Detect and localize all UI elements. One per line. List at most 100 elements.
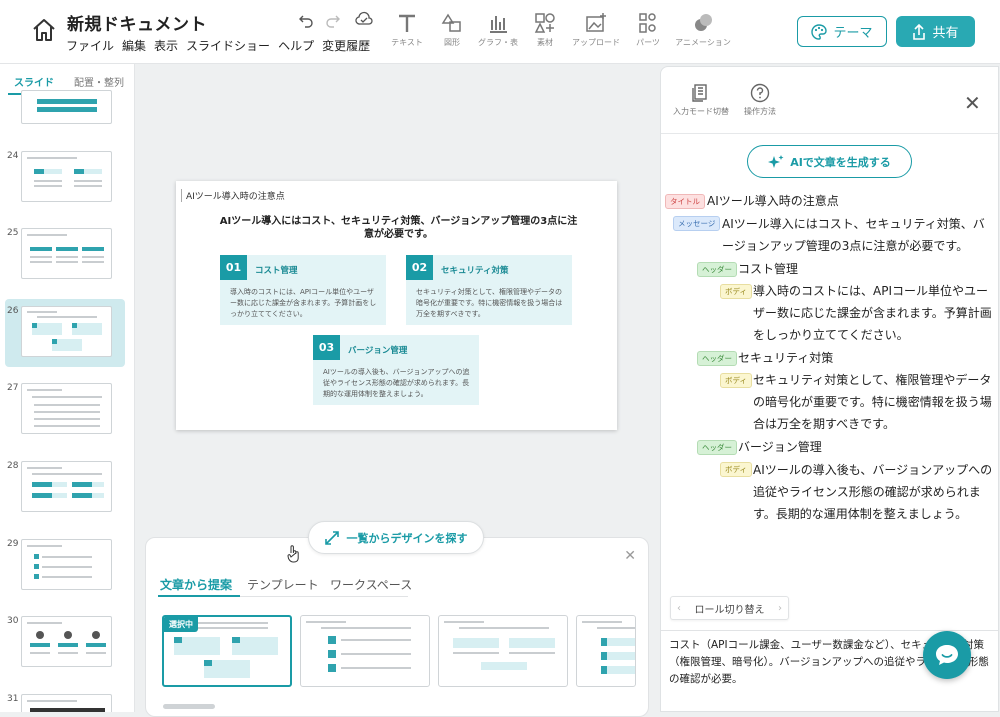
- text-icon: [399, 14, 415, 32]
- slide-number: 28: [7, 461, 19, 471]
- slide-number: 30: [7, 616, 19, 626]
- outline-body-3[interactable]: AIツールの導入後も、バージョンアップへの追従やライセンス形態の確認が求められま…: [753, 459, 993, 525]
- tag-body: ボディ: [720, 373, 752, 388]
- animation-icon: [695, 14, 712, 31]
- slide-thumbnail-29[interactable]: [21, 539, 112, 590]
- design-option-4[interactable]: [576, 615, 636, 687]
- slide-thumbnail-24[interactable]: [21, 151, 112, 202]
- design-option-3[interactable]: [438, 615, 568, 687]
- slide-sidebar: スライド 配置・整列 24 25 26 27 28 29 30 31: [0, 64, 135, 712]
- tab-slides[interactable]: スライド: [14, 74, 54, 89]
- menu-file[interactable]: ファイル: [66, 37, 114, 54]
- chat-icon: [936, 645, 958, 665]
- slide-card-1[interactable]: 01 コスト管理 導入時のコストには、APIコール単位やユーザー数に応じた課金が…: [220, 255, 386, 325]
- outline-header-3[interactable]: バージョン管理: [738, 436, 988, 458]
- tab-template[interactable]: テンプレート: [247, 576, 319, 593]
- material-icon: [534, 13, 555, 33]
- cloud-save-icon[interactable]: [355, 11, 373, 27]
- document-title[interactable]: 新規ドキュメント: [67, 10, 207, 35]
- slide-thumbnail-25[interactable]: [21, 228, 112, 279]
- tag-body: ボディ: [720, 284, 752, 299]
- menu-edit[interactable]: 編集: [122, 37, 146, 54]
- design-option-1[interactable]: 選択中: [162, 615, 292, 687]
- canvas-area: AIツール導入時の注意点 AIツール導入にはコスト、セキュリティ対策、バージョン…: [136, 64, 660, 717]
- outline-header-2[interactable]: セキュリティ対策: [738, 347, 988, 369]
- card-heading: セキュリティ対策: [441, 266, 509, 276]
- theme-button[interactable]: テーマ: [797, 16, 887, 47]
- tab-suggest-from-text[interactable]: 文章から提案: [160, 576, 232, 593]
- slide-number: 26: [7, 306, 19, 316]
- card-body: 導入時のコストには、APIコール単位やユーザー数に応じた課金が含まれます。予算計…: [230, 288, 377, 318]
- slide-thumbnail-28[interactable]: [21, 461, 112, 512]
- undo-icon[interactable]: [298, 12, 314, 28]
- outline-body-1[interactable]: 導入時のコストには、APIコール単位やユーザー数に応じた課金が含まれます。予算計…: [753, 280, 993, 346]
- menu-help[interactable]: ヘルプ: [278, 37, 314, 54]
- tag-title: タイトル: [665, 194, 705, 209]
- panel-divider: [661, 133, 998, 134]
- upload-image-icon: [586, 13, 606, 32]
- selected-badge: 選択中: [164, 617, 198, 632]
- tool-parts[interactable]: パーツ: [620, 12, 676, 48]
- outline-header-1[interactable]: コスト管理: [738, 258, 988, 280]
- close-panel-icon[interactable]: ✕: [964, 91, 981, 115]
- sparkle-icon: [768, 154, 784, 168]
- slide-number: 27: [7, 383, 19, 393]
- help-icon: [750, 83, 770, 103]
- how-to-use-button[interactable]: 操作方法: [737, 83, 783, 117]
- outline-title[interactable]: AIツール導入時の注意点: [707, 190, 977, 212]
- slide-message[interactable]: AIツール導入にはコスト、セキュリティ対策、バージョンアップ管理の3点に注意が必…: [216, 215, 581, 241]
- card-heading: コスト管理: [255, 266, 298, 276]
- tab-workspace[interactable]: ワークスペース: [330, 576, 412, 593]
- slide-thumbnail-26[interactable]: [21, 306, 112, 357]
- chevron-right-icon: ›: [778, 602, 782, 614]
- menu-slideshow[interactable]: スライドショー: [186, 37, 270, 54]
- share-button[interactable]: 共有: [896, 16, 975, 47]
- tab-arrange[interactable]: 配置・整列: [74, 74, 124, 89]
- slide-thumbnail-30[interactable]: [21, 616, 112, 667]
- menu-bar: ファイル 編集 表示 スライドショー ヘルプ 変更履歴: [66, 37, 370, 54]
- copy-pages-icon: [692, 84, 707, 102]
- role-switch-button[interactable]: ‹ ロール切り替え ›: [670, 596, 789, 620]
- chat-support-button[interactable]: [923, 631, 971, 679]
- tag-message: メッセージ: [673, 216, 721, 231]
- tag-header: ヘッダー: [697, 440, 737, 455]
- slide-thumbnail-23[interactable]: [21, 90, 112, 124]
- outline-body-2[interactable]: セキュリティ対策として、権限管理やデータの暗号化が重要です。特に機密情報を扱う場…: [753, 369, 993, 435]
- hand-cursor-icon: [287, 545, 299, 563]
- top-toolbar: 新規ドキュメント ファイル 編集 表示 スライドショー ヘルプ 変更履歴 テキス…: [0, 0, 1000, 64]
- slide-thumbnail-31[interactable]: [21, 694, 112, 712]
- shape-icon: [441, 13, 461, 32]
- card-number: 01: [220, 255, 247, 280]
- slide-card-2[interactable]: 02 セキュリティ対策 セキュリティ対策として、権限管理やデータの暗号化が重要で…: [406, 255, 572, 325]
- design-option-2[interactable]: [300, 615, 430, 687]
- card-body: セキュリティ対策として、権限管理やデータの暗号化が重要です。特に機密情報を扱う場…: [416, 288, 563, 318]
- card-number: 03: [313, 335, 340, 360]
- slide-card-3[interactable]: 03 バージョン管理 AIツールの導入後も、バージョンアップへの追従やライセンス…: [313, 335, 479, 405]
- horizontal-scrollbar[interactable]: [163, 704, 215, 709]
- share-icon: [913, 23, 926, 40]
- slide-canvas[interactable]: AIツール導入時の注意点 AIツール導入にはコスト、セキュリティ対策、バージョン…: [176, 181, 617, 430]
- chart-icon: [490, 16, 507, 33]
- tool-material[interactable]: 素材: [517, 12, 573, 48]
- input-mode-toggle[interactable]: 入力モード切替: [671, 83, 731, 117]
- outline-message[interactable]: AIツール導入にはコスト、セキュリティ対策、バージョンアップ管理の3点に注意が必…: [722, 213, 994, 257]
- design-suggestion-panel: ✕ 文章から提案 テンプレート ワークスペース 選択中: [145, 537, 649, 717]
- redo-icon[interactable]: [325, 12, 341, 28]
- home-icon[interactable]: [30, 16, 58, 44]
- explore-designs-button[interactable]: 一覧からデザインを探す: [308, 521, 484, 554]
- tool-upload[interactable]: アップロード: [568, 12, 624, 48]
- expand-icon: [324, 530, 339, 545]
- menu-history[interactable]: 変更履歴: [322, 37, 370, 54]
- tag-header: ヘッダー: [697, 351, 737, 366]
- ai-generate-button[interactable]: AIで文章を生成する: [747, 145, 912, 178]
- tool-animation[interactable]: アニメーション: [675, 12, 731, 48]
- slide-thumbnail-27[interactable]: [21, 383, 112, 434]
- tag-header: ヘッダー: [697, 262, 737, 277]
- chevron-left-icon: ‹: [677, 602, 681, 614]
- slide-number: 24: [7, 151, 19, 161]
- close-icon[interactable]: ✕: [624, 548, 636, 564]
- slide-title[interactable]: AIツール導入時の注意点: [181, 189, 285, 202]
- slide-number: 31: [7, 694, 19, 704]
- menu-view[interactable]: 表示: [154, 37, 178, 54]
- tab-underline: [158, 595, 240, 597]
